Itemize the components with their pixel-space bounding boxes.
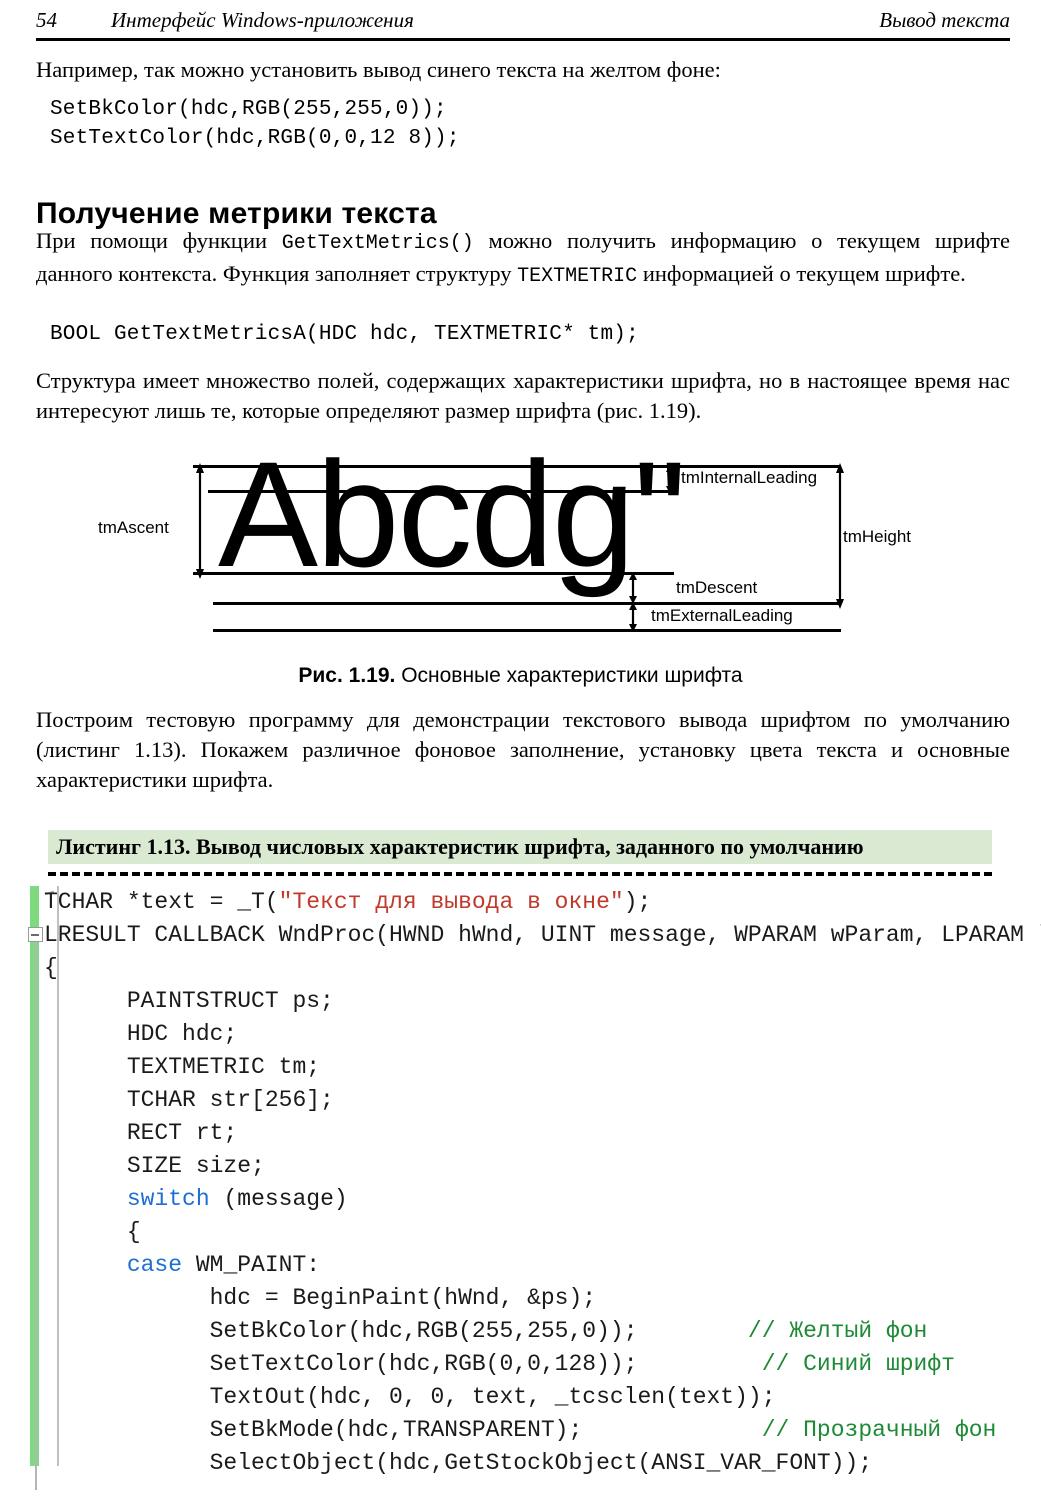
code-line: TEXTMETRIC tm; (0, 1051, 1041, 1084)
intro-code-line-1: SetBkColor(hdc,RGB(255,255,0)); (50, 98, 447, 121)
code-line: TextOut(hdc, 0, 0, text, _tcsclen(text))… (0, 1381, 1041, 1414)
code-token-plain: WM_PAINT: (182, 1252, 321, 1278)
figure-line-external (213, 629, 841, 632)
code-line: { (0, 1216, 1041, 1249)
figure-line-ascent-top (208, 490, 674, 493)
code-token-plain: SetBkColor(hdc,RGB(255,255,0)); (44, 1318, 748, 1344)
book-section-title: Интерфейс Windows-приложения (111, 8, 414, 32)
chapter-title: Вывод текста (879, 8, 1010, 32)
paragraph-text-part-a: При помощи функции (36, 228, 282, 253)
intro-paragraph: Например, так можно установить вывод син… (36, 57, 721, 82)
code-line: RECT rt; (0, 1117, 1041, 1150)
code-token-plain: SelectObject(hdc,GetStockObject(ANSI_VAR… (44, 1450, 873, 1476)
figure-line-baseline (193, 572, 674, 575)
page-number: 54 (36, 8, 57, 32)
code-token-plain: { (44, 1219, 141, 1245)
code-token-plain: SetBkMode(hdc,TRANSPARENT); (44, 1417, 762, 1443)
code-line: TCHAR *text = _T("Текст для вывода в окн… (0, 886, 1041, 919)
running-head-left: 54 Интерфейс Windows-приложения (36, 8, 414, 33)
figure-arrow-descent (629, 572, 637, 604)
figure-caption: Рис. 1.19. Основные характеристики шрифт… (0, 664, 1041, 688)
function-signature-code: BOOL GetTextMetricsA(HDC hdc, TEXTMETRIC… (50, 323, 639, 346)
figure-label-descent: tmDescent (676, 578, 758, 597)
code-token-plain: TCHAR str[256]; (44, 1087, 334, 1113)
code-token-plain: SIZE size; (44, 1153, 265, 1179)
code-line: SelectObject(hdc,GetStockObject(ANSI_VAR… (0, 1447, 1041, 1480)
figure-label-height: tmHeight (843, 527, 912, 546)
section-paragraph-2: Структура имеет множество полей, содержа… (36, 368, 1010, 423)
code-block: TCHAR *text = _T("Текст для вывода в окн… (0, 886, 1041, 1500)
code-token-plain: RECT rt; (44, 1120, 238, 1146)
listing-title-bar: Листинг 1.13. Вывод числовых характерист… (48, 830, 992, 864)
figure-line-descent (213, 602, 841, 605)
listing-divider (48, 872, 992, 876)
figure-caption-text: Основные характеристики шрифта (395, 664, 743, 687)
figure-label-external-leading: tmExternalLeading (651, 606, 793, 625)
code-token-cm: // Прозрачный фон (761, 1417, 997, 1443)
code-token-plain: TextOut(hdc, 0, 0, text, _tcsclen(text))… (44, 1384, 776, 1410)
figure-arrow-internal-leading (666, 464, 674, 494)
code-line: { (0, 952, 1041, 985)
figure-caption-number: Рис. 1.19. (298, 664, 396, 687)
code-token-plain: ); (623, 889, 652, 915)
code-token-plain: hdc = BeginPaint(hWnd, &ps); (44, 1285, 597, 1311)
code-token-plain: { (44, 955, 58, 981)
code-line: SetBkColor(hdc,RGB(255,255,0)); // Желты… (0, 1315, 1041, 1348)
figure-sample-text: Abcdg" (218, 430, 687, 598)
code-token-cm: // Желтый фон (747, 1318, 928, 1344)
figure-label-internal-leading: tmInternalLeading (681, 468, 818, 487)
code-line: hdc = BeginPaint(hWnd, &ps); (0, 1282, 1041, 1315)
code-line: switch (message) (0, 1183, 1041, 1216)
figure-arrow-external-leading (629, 602, 637, 632)
code-line: SIZE size; (0, 1150, 1041, 1183)
code-token-plain: TEXTMETRIC tm; (44, 1054, 321, 1080)
running-head-row: 54 Интерфейс Windows-приложения Вывод те… (36, 8, 1010, 33)
code-line: PAINTSTRUCT ps; (0, 985, 1041, 1018)
code-line: case WM_PAINT: (0, 1249, 1041, 1282)
after-figure-paragraph: Построим тестовую программу для демонстр… (36, 707, 1010, 792)
code-token-plain: LRESULT CALLBACK WndProc(HWND hWnd, UINT… (44, 922, 1041, 948)
code-token-cm: // Синий шрифт (761, 1351, 955, 1377)
code-token-plain: (message) (209, 1186, 348, 1212)
paragraph-text-part-c: информацией о текущем шрифте. (637, 261, 966, 286)
code-line: SetBkMode(hdc,TRANSPARENT); // Прозрачны… (0, 1414, 1041, 1447)
code-token-plain: TCHAR *text = _T( (44, 889, 279, 915)
code-line: LRESULT CALLBACK WndProc(HWND hWnd, UINT… (0, 919, 1041, 952)
code-line: HDC hdc; (0, 1018, 1041, 1051)
code-line: SetTextColor(hdc,RGB(0,0,128)); // Синий… (0, 1348, 1041, 1381)
code-token-str: "Текст для вывода в окне" (278, 889, 624, 915)
code-line: TCHAR str[256]; (0, 1084, 1041, 1117)
figure-arrow-ascent (196, 463, 204, 579)
inline-code-textmetric: TEXTMETRIC (517, 265, 638, 288)
page-running-head: 54 Интерфейс Windows-приложения Вывод те… (36, 8, 1010, 42)
code-token-kw: case (126, 1252, 183, 1278)
listing-title: Листинг 1.13. Вывод числовых характерист… (56, 834, 864, 859)
code-line-list: TCHAR *text = _T("Текст для вывода в окн… (0, 886, 1041, 1480)
code-token-plain: SetTextColor(hdc,RGB(0,0,128)); (44, 1351, 762, 1377)
inline-code-gettextmetrics: GetTextMetrics() (281, 232, 474, 255)
code-token-plain: HDC hdc; (44, 1021, 238, 1047)
code-token-kw: switch (126, 1186, 210, 1212)
section-paragraph-1: При помощи функции GetTextMetrics() можн… (36, 226, 1010, 292)
figure-label-ascent: tmAscent (98, 518, 169, 537)
code-token-plain: PAINTSTRUCT ps; (44, 988, 334, 1014)
figure-font-metrics: Abcdg" tmAscent tmInternalLeading tmHeig… (0, 439, 1041, 647)
header-rule (36, 38, 1010, 41)
intro-code-line-2: SetTextColor(hdc,RGB(0,0,12 8)); (50, 127, 460, 150)
